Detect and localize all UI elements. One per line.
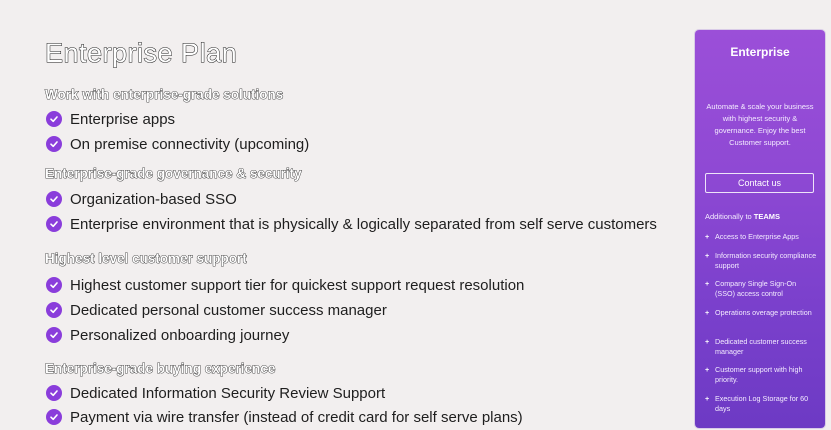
check-circle-icon <box>46 277 62 293</box>
plus-icon: + <box>705 308 710 317</box>
feature-label: Enterprise apps <box>70 110 176 128</box>
feature-label: On premise connectivity (upcoming) <box>70 135 310 153</box>
feature-item: Personalized onboarding journey <box>46 326 289 344</box>
enterprise-plan-card: Enterprise Automate & scale your busines… <box>695 30 825 428</box>
card-feature-label: Dedicated customer success manager <box>715 337 807 356</box>
card-feature-label: Access to Enterprise Apps <box>715 232 799 241</box>
additionally-label: Additionally to TEAMS <box>705 212 780 221</box>
feature-label: Highest customer support tier for quicke… <box>70 276 525 294</box>
feature-item: On premise connectivity (upcoming) <box>46 135 309 153</box>
plus-icon: + <box>705 251 710 260</box>
feature-label: Payment via wire transfer (instead of cr… <box>70 408 523 426</box>
feature-label: Personalized onboarding journey <box>70 326 290 344</box>
section-heading: Highest level customer support <box>45 251 248 267</box>
feature-item: Highest customer support tier for quicke… <box>46 276 524 294</box>
additionally-plan: TEAMS <box>753 212 781 221</box>
card-feature: + Execution Log Storage for 60 days <box>705 394 817 414</box>
additionally-prefix: Additionally to <box>705 212 754 221</box>
feature-label: Organization-based SSO <box>70 190 237 208</box>
card-feature: + Information security compliance support <box>705 251 817 271</box>
feature-item: Payment via wire transfer (instead of cr… <box>46 408 523 426</box>
card-feature: + Access to Enterprise Apps <box>705 232 817 242</box>
card-description: Automate & scale your business with high… <box>706 102 814 147</box>
page-title: Enterprise Plan <box>44 38 238 69</box>
card-feature: + Dedicated customer success manager <box>705 337 817 357</box>
card-feature-label: Operations overage protection <box>715 308 812 317</box>
feature-item: Dedicated personal customer success mana… <box>46 301 387 319</box>
plus-icon: + <box>705 232 710 241</box>
plus-icon: + <box>705 394 710 403</box>
check-circle-icon <box>46 385 62 401</box>
contact-us-button[interactable]: Contact us <box>705 173 814 193</box>
check-circle-icon <box>46 111 62 127</box>
check-circle-icon <box>46 216 62 232</box>
feature-item: Enterprise apps <box>46 110 175 128</box>
check-circle-icon <box>46 302 62 318</box>
feature-item: Organization-based SSO <box>46 190 237 208</box>
plus-icon: + <box>705 365 710 374</box>
feature-item: Enterprise environment that is physicall… <box>46 215 657 233</box>
card-feature: + Company Single Sign-On (SSO) access con… <box>705 279 817 299</box>
section-heading: Work with enterprise-grade solutions <box>45 87 284 103</box>
feature-label: Dedicated personal customer success mana… <box>70 301 387 319</box>
card-feature-label: Company Single Sign-On (SSO) access cont… <box>715 279 797 298</box>
feature-item: Dedicated Information Security Review Su… <box>46 384 385 402</box>
check-circle-icon <box>46 191 62 207</box>
section-heading: Enterprise-grade governance & security <box>45 166 302 182</box>
check-circle-icon <box>46 136 62 152</box>
section-heading: Enterprise-grade buying experience <box>45 361 276 377</box>
card-feature-label: Customer support with high priority. <box>715 365 803 384</box>
check-circle-icon <box>46 327 62 343</box>
card-feature-label: Information security compliance support <box>715 251 817 270</box>
card-feature: + Operations overage protection <box>705 308 817 318</box>
plus-icon: + <box>705 279 710 288</box>
plus-icon: + <box>705 337 710 346</box>
card-title: Enterprise <box>730 45 790 59</box>
feature-label: Enterprise environment that is physicall… <box>70 215 657 233</box>
check-circle-icon <box>46 409 62 425</box>
card-feature: + Customer support with high priority. <box>705 365 817 385</box>
feature-label: Dedicated Information Security Review Su… <box>70 384 386 402</box>
card-feature-label: Execution Log Storage for 60 days <box>715 394 809 413</box>
